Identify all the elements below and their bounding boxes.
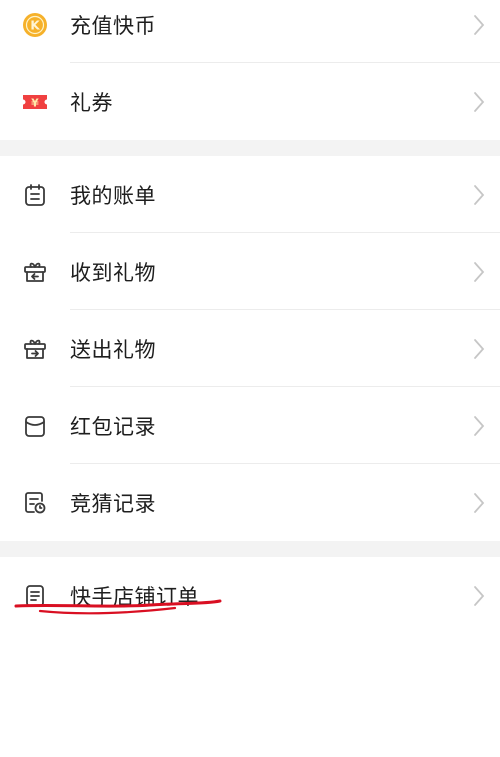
menu-item-label: 红包记录 <box>70 414 156 439</box>
menu-item-guess-records[interactable]: 竞猜记录 <box>0 464 500 541</box>
chevron-right-icon <box>474 415 485 436</box>
menu-item-label: 收到礼物 <box>70 260 156 285</box>
menu-item-my-bill[interactable]: 我的账单 <box>0 156 500 233</box>
shop-order-icon <box>22 583 48 609</box>
svg-text:K: K <box>30 18 40 32</box>
guess-record-icon <box>22 490 48 516</box>
red-envelope-icon <box>22 413 48 439</box>
wallet-group: K 充值快币 ¥ 礼券 <box>0 0 500 140</box>
chevron-right-icon <box>474 338 485 359</box>
menu-item-red-envelope-records[interactable]: 红包记录 <box>0 387 500 464</box>
menu-item-gifts-received[interactable]: 收到礼物 <box>0 233 500 310</box>
menu-item-label: 快手店铺订单 <box>70 584 199 609</box>
kuaibi-coin-icon: K <box>22 12 48 38</box>
chevron-right-icon <box>474 91 485 112</box>
shop-group: 快手店铺订单 <box>0 557 500 757</box>
chevron-right-icon <box>474 585 485 606</box>
section-gap <box>0 541 500 557</box>
records-group: 我的账单 收到礼物 送出礼物 红包记录 竞猜记录 <box>0 156 500 541</box>
menu-item-label: 礼券 <box>70 90 113 115</box>
svg-text:¥: ¥ <box>31 96 39 109</box>
menu-item-label: 竞猜记录 <box>70 491 156 516</box>
menu-item-recharge[interactable]: K 充值快币 <box>0 0 500 63</box>
menu-item-gifts-sent[interactable]: 送出礼物 <box>0 310 500 387</box>
menu-item-coupon[interactable]: ¥ 礼券 <box>0 63 500 140</box>
section-gap <box>0 140 500 156</box>
gift-received-icon <box>22 259 48 285</box>
menu-item-label: 我的账单 <box>70 183 156 208</box>
menu-item-label: 充值快币 <box>70 13 156 38</box>
chevron-right-icon <box>474 14 485 35</box>
gift-sent-icon <box>22 336 48 362</box>
menu-item-label: 送出礼物 <box>70 337 156 362</box>
coupon-ticket-icon: ¥ <box>22 89 48 115</box>
menu-item-shop-orders[interactable]: 快手店铺订单 <box>0 557 500 634</box>
chevron-right-icon <box>474 261 485 282</box>
chevron-right-icon <box>474 184 485 205</box>
chevron-right-icon <box>474 492 485 513</box>
bill-icon <box>22 182 48 208</box>
